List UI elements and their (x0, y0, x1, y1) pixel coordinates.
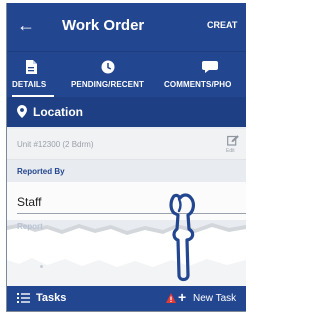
tab-pending-recent[interactable]: PENDING/RECENT (71, 52, 157, 98)
pointing-hand-icon (169, 193, 195, 282)
back-arrow-icon[interactable]: ← (17, 15, 35, 35)
tab-details-label: DETAILS (12, 80, 47, 89)
warning-icon (166, 293, 176, 303)
reported-by-label: Reported By (17, 167, 65, 176)
tasks-button[interactable]: Tasks (36, 292, 66, 304)
bottom-bar: Tasks + New Task (7, 286, 246, 311)
clock-icon (101, 60, 115, 74)
tab-comments-label: COMMENTS/PHO (164, 80, 232, 89)
unit-text: Unit #12300 (2 Bdrm) (17, 140, 94, 149)
create-button[interactable]: CREAT (207, 20, 237, 30)
reported-by-value: Staff (17, 195, 42, 209)
chat-icon (202, 61, 218, 73)
page-title: Work Order (62, 17, 145, 34)
location-title: Location (33, 105, 83, 119)
reported-by-field[interactable] (7, 182, 246, 220)
location-section-header[interactable]: Location (7, 97, 246, 127)
map-pin-icon (17, 105, 27, 118)
plus-icon[interactable]: + (178, 289, 186, 305)
edit-icon (227, 135, 239, 146)
tab-comments-photos[interactable]: COMMENTS/PHO (157, 52, 246, 98)
faded-dot (40, 265, 43, 268)
list-icon (17, 293, 30, 303)
tab-bar: DETAILS PENDING/RECENT COMMENTS/PHO (7, 51, 246, 98)
app-frame: ← Work Order CREAT DETAILS PENDING/RECEN… (6, 3, 246, 312)
tab-pending-label: PENDING/RECENT (71, 80, 144, 89)
tab-details[interactable]: DETAILS (7, 52, 59, 98)
app-bar: ← Work Order CREAT (7, 3, 246, 51)
field-underline (17, 213, 246, 214)
document-icon (26, 60, 37, 74)
report-field-label-faded: Report (17, 222, 43, 231)
unit-row: Unit #12300 (2 Bdrm) Edit (7, 129, 246, 160)
edit-button[interactable]: Edit (225, 135, 245, 157)
new-task-button[interactable]: New Task (193, 293, 236, 304)
edit-label: Edit (226, 148, 235, 154)
